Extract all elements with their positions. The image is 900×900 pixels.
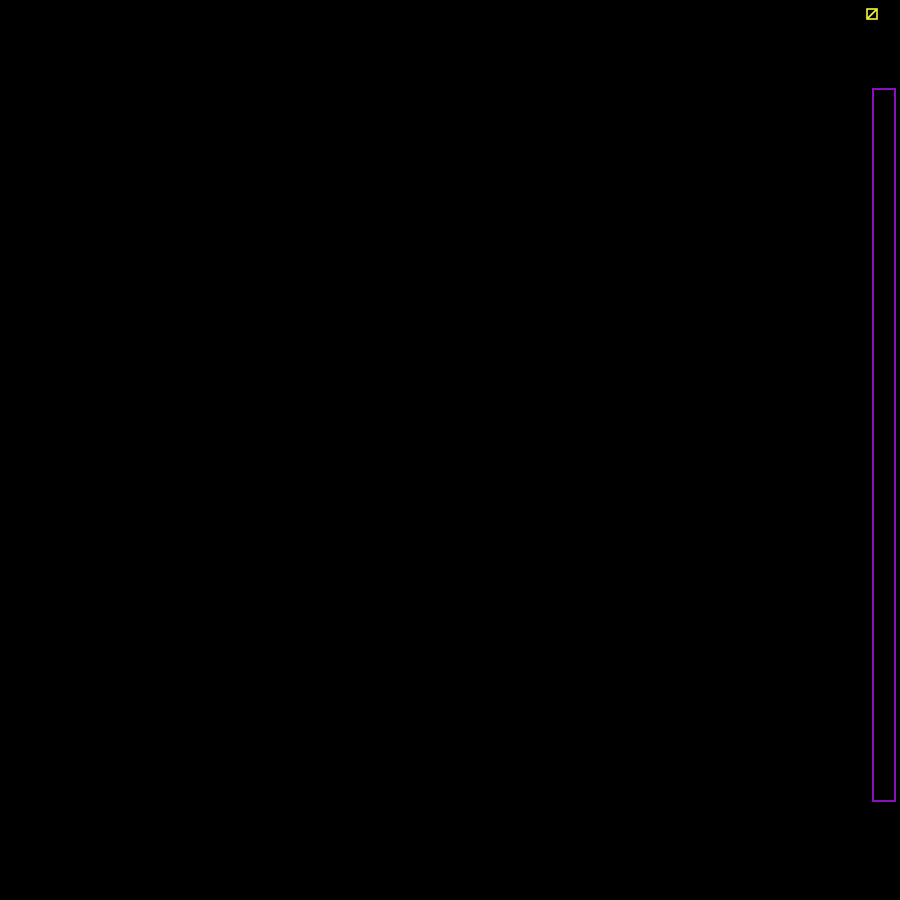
radar-viewport: [0, 0, 900, 900]
colorbar: [872, 88, 896, 802]
radar-map: [0, 0, 900, 900]
window-icon: [866, 8, 878, 20]
